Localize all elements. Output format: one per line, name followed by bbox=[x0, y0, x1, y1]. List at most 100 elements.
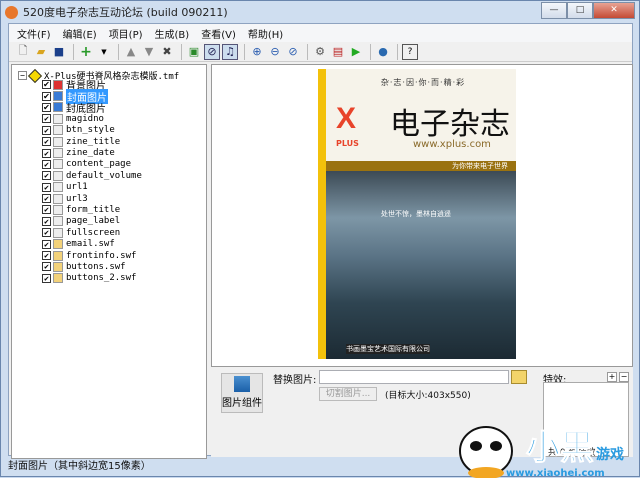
image-component-button[interactable]: 图片组件 bbox=[221, 373, 263, 413]
checkbox[interactable]: ✔ bbox=[42, 239, 51, 249]
checkbox[interactable]: ✔ bbox=[42, 80, 51, 90]
txt-file-icon bbox=[53, 125, 63, 136]
tree-item-label: magidno bbox=[66, 113, 104, 124]
tree-item-label: email.swf bbox=[66, 239, 115, 250]
tree-item[interactable]: ✔ zine_date bbox=[42, 147, 142, 159]
tree-item-label: btn_style bbox=[66, 125, 115, 136]
checkbox[interactable]: ✔ bbox=[42, 171, 51, 181]
play-icon[interactable]: ▶ bbox=[348, 44, 364, 60]
toolbar: 🗋 ▰ ■ + ▼ ▲ ▼ ✖ ▣ ⊘ ♫ ⊕ ⊖ ⊘ ⚙ ▤ ▶ ● ? bbox=[9, 42, 632, 62]
zoom-fit-icon[interactable]: ⊘ bbox=[285, 44, 301, 60]
tree-item-label: content_page bbox=[66, 159, 132, 170]
tree-item[interactable]: ✔ btn_style bbox=[42, 125, 142, 136]
watermark-logo: 小黑 游戏 www.xiaohei.com bbox=[459, 426, 624, 478]
replace-image-input[interactable] bbox=[319, 370, 509, 384]
tree-item[interactable]: ✔ zine_title bbox=[42, 136, 142, 147]
menu-edit[interactable]: 编辑(E) bbox=[63, 26, 97, 41]
checkbox[interactable]: ✔ bbox=[42, 148, 51, 158]
delete-icon[interactable]: ✖ bbox=[159, 44, 175, 60]
cover-spine bbox=[318, 69, 326, 359]
component-label: 图片组件 bbox=[222, 398, 262, 409]
checkbox[interactable]: ✔ bbox=[42, 159, 51, 169]
generate-icon[interactable]: ▤ bbox=[330, 44, 346, 60]
cover-caption: 处世不惊，墨林自逍遥 bbox=[381, 210, 451, 218]
menu-help[interactable]: 帮助(H) bbox=[248, 26, 283, 41]
import-image-icon[interactable]: ▣ bbox=[186, 44, 202, 60]
zoom-out-icon[interactable]: ⊖ bbox=[267, 44, 283, 60]
menu-project[interactable]: 项目(P) bbox=[109, 26, 143, 41]
tree-item-label: 封底图片 bbox=[66, 103, 106, 115]
move-down-icon[interactable]: ▼ bbox=[141, 44, 157, 60]
png-icon bbox=[234, 376, 250, 392]
tree-item[interactable]: ✔ url1 bbox=[42, 182, 142, 193]
menu-view[interactable]: 查看(V) bbox=[201, 26, 236, 41]
window-title: 520度电子杂志互动论坛 (build 090211) bbox=[23, 6, 228, 19]
txt-file-icon bbox=[53, 159, 63, 170]
menu-file[interactable]: 文件(F) bbox=[17, 26, 51, 41]
chevron-down-icon[interactable]: ▼ bbox=[96, 44, 112, 60]
checkbox[interactable]: ✔ bbox=[42, 102, 51, 112]
checkbox[interactable]: ✔ bbox=[42, 216, 51, 226]
tree-item[interactable]: ✔ url3 bbox=[42, 193, 142, 204]
tree-item[interactable]: ✔ content_page bbox=[42, 159, 142, 170]
tree-item[interactable]: ✔ buttons.swf bbox=[42, 261, 142, 272]
checkbox[interactable]: ✔ bbox=[42, 251, 51, 261]
move-up-icon[interactable]: ▲ bbox=[123, 44, 139, 60]
add-effect-button[interactable]: + bbox=[607, 372, 617, 382]
zoom-in-icon[interactable]: ⊕ bbox=[249, 44, 265, 60]
close-button[interactable]: ✕ bbox=[593, 2, 635, 19]
collapse-icon[interactable]: − bbox=[18, 71, 27, 80]
checkbox[interactable]: ✔ bbox=[42, 114, 51, 124]
checkbox[interactable]: ✔ bbox=[42, 194, 51, 204]
browse-folder-icon[interactable] bbox=[511, 370, 527, 384]
preview-panel: 杂·志·因·你·而·精·彩 X PLUS 电子杂志 www.xplus.com … bbox=[211, 64, 633, 367]
tree-item[interactable]: ✔ page_label bbox=[42, 216, 142, 227]
tree-item[interactable]: ✔ frontinfo.swf bbox=[42, 250, 142, 261]
cover-title: 电子杂志 bbox=[390, 107, 510, 142]
checkbox[interactable]: ✔ bbox=[42, 262, 51, 272]
cover-preview[interactable]: 杂·志·因·你·而·精·彩 X PLUS 电子杂志 www.xplus.com … bbox=[318, 69, 516, 359]
checkbox[interactable]: ✔ bbox=[42, 182, 51, 192]
replace-image-label: 替换图片: bbox=[273, 375, 317, 386]
tree-item[interactable]: ✔ fullscreen bbox=[42, 227, 142, 238]
open-folder-icon[interactable]: ▰ bbox=[33, 44, 49, 60]
edit-mode-icon[interactable]: ⊘ bbox=[204, 43, 220, 60]
swf-file-icon bbox=[53, 261, 63, 272]
minimize-button[interactable]: — bbox=[541, 2, 567, 19]
help-icon[interactable]: ? bbox=[402, 43, 418, 60]
tree-item[interactable]: ✔ buttons_2.swf bbox=[42, 273, 142, 284]
new-file-icon[interactable]: 🗋 bbox=[15, 44, 31, 60]
swf-file-icon bbox=[53, 250, 63, 261]
bg-file-icon bbox=[53, 79, 63, 90]
save-icon[interactable]: ■ bbox=[51, 44, 67, 60]
settings-icon[interactable]: ⚙ bbox=[312, 44, 328, 60]
tree-item[interactable]: ✔ 封底图片 bbox=[42, 102, 142, 115]
checkbox[interactable]: ✔ bbox=[42, 228, 51, 238]
checkbox[interactable]: ✔ bbox=[42, 273, 51, 283]
client-area: 文件(F) 编辑(E) 项目(P) 生成(B) 查看(V) 帮助(H) 🗋 ▰ … bbox=[8, 23, 633, 459]
cover-photo: 处世不惊，墨林自逍遥 书画墨宝艺术国际有限公司 bbox=[326, 171, 516, 359]
add-icon[interactable]: + bbox=[78, 44, 94, 60]
checkbox[interactable]: ✔ bbox=[42, 91, 51, 101]
tree-item[interactable]: ✔ form_title bbox=[42, 204, 142, 215]
project-tree[interactable]: − X-Plus硬书脊风格杂志模版.tmf ✔ 背景图片 ✔ 封面图片 ✔ 封底图片 ✔ ma… bbox=[11, 64, 207, 459]
checkbox[interactable]: ✔ bbox=[42, 205, 51, 215]
tree-item[interactable]: ✔ default_volume bbox=[42, 170, 142, 181]
menu-bar: 文件(F) 编辑(E) 项目(P) 生成(B) 查看(V) 帮助(H) bbox=[9, 24, 632, 42]
txt-file-icon bbox=[53, 113, 63, 124]
tree-item[interactable]: ✔ email.swf bbox=[42, 238, 142, 250]
remove-effect-button[interactable]: − bbox=[619, 372, 629, 382]
menu-build[interactable]: 生成(B) bbox=[155, 26, 190, 41]
tree-item[interactable]: ✔ magidno bbox=[42, 113, 142, 124]
globe-icon[interactable]: ● bbox=[375, 44, 391, 60]
txt-file-icon bbox=[53, 170, 63, 181]
checkbox[interactable]: ✔ bbox=[42, 125, 51, 135]
maximize-button[interactable]: □ bbox=[567, 2, 593, 19]
music-mode-icon[interactable]: ♫ bbox=[222, 43, 238, 60]
cut-image-button[interactable]: 切割图片... bbox=[319, 387, 377, 401]
txt-file-icon bbox=[53, 136, 63, 147]
tree-item-label: buttons.swf bbox=[66, 261, 126, 272]
checkbox[interactable]: ✔ bbox=[42, 137, 51, 147]
txt-file-icon bbox=[53, 227, 63, 238]
txt-file-icon bbox=[53, 216, 63, 227]
